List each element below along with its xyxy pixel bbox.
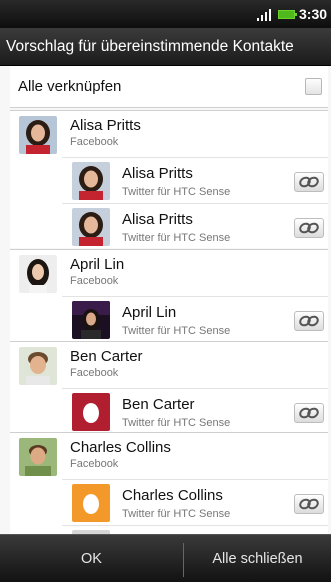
match-name: Alisa Pritts: [122, 211, 193, 228]
match-name: Ben Carter: [122, 396, 195, 413]
contact-group: Alisa Pritts Facebook Alisa Pritts Twitt…: [10, 110, 328, 248]
match-row-partial[interactable]: [62, 525, 328, 534]
match-row[interactable]: April Lin Twitter für HTC Sense: [62, 296, 328, 342]
contact-group: Charles Collins Facebook Charles Collins…: [10, 432, 328, 534]
match-source: Twitter für HTC Sense: [122, 232, 231, 244]
contact-row[interactable]: Alisa Pritts Facebook: [10, 111, 328, 157]
match-row[interactable]: Charles Collins Twitter für HTC Sense: [62, 479, 328, 525]
link-button[interactable]: [294, 311, 324, 331]
signal-bars-icon: [257, 9, 273, 21]
ok-button[interactable]: OK: [0, 535, 183, 582]
battery-icon: [278, 10, 297, 19]
link-all-checkbox[interactable]: [305, 78, 322, 95]
match-row[interactable]: Ben Carter Twitter für HTC Sense: [62, 388, 328, 434]
match-source: Twitter für HTC Sense: [122, 186, 231, 198]
avatar: [19, 438, 57, 476]
avatar: [19, 255, 57, 293]
contact-row[interactable]: Ben Carter Facebook: [10, 342, 328, 388]
match-row[interactable]: Alisa Pritts Twitter für HTC Sense: [62, 203, 328, 249]
contact-name: Alisa Pritts: [70, 117, 141, 134]
match-row[interactable]: Alisa Pritts Twitter für HTC Sense: [62, 157, 328, 203]
link-button[interactable]: [294, 494, 324, 514]
link-all-label: Alle verknüpfen: [18, 78, 122, 95]
contact-source: Facebook: [70, 136, 119, 148]
match-source: Twitter für HTC Sense: [122, 325, 231, 337]
chain-link-icon: [299, 407, 319, 419]
contact-name: Ben Carter: [70, 348, 143, 365]
avatar: [72, 162, 110, 200]
contact-name: April Lin: [70, 256, 125, 273]
chain-link-icon: [299, 222, 319, 234]
avatar: [72, 208, 110, 246]
contact-row[interactable]: Charles Collins Facebook: [10, 433, 328, 479]
link-all-row[interactable]: Alle verknüpfen: [10, 66, 328, 108]
link-button[interactable]: [294, 172, 324, 192]
clock: 3:30: [299, 6, 328, 22]
match-name: Charles Collins: [122, 487, 223, 504]
bottom-action-bar: OK Alle schließen: [0, 534, 331, 582]
match-name: April Lin: [122, 304, 177, 321]
chain-link-icon: [299, 176, 319, 188]
page-title: Vorschlag für übereinstimmende Kontakte: [0, 28, 331, 66]
contact-source: Facebook: [70, 275, 119, 287]
contact-group: Ben Carter Facebook Ben Carter Twitter f…: [10, 341, 328, 433]
chain-link-icon: [299, 498, 319, 510]
contact-name: Charles Collins: [70, 439, 171, 456]
match-source: Twitter für HTC Sense: [122, 417, 231, 429]
match-source: Twitter für HTC Sense: [122, 508, 231, 520]
contact-group: April Lin Facebook April Lin Twitter für…: [10, 249, 328, 341]
egg-avatar: [72, 393, 110, 431]
contact-list[interactable]: Alle verknüpfen Alisa Pritts Facebook Al…: [0, 66, 331, 534]
avatar: [19, 116, 57, 154]
link-button[interactable]: [294, 403, 324, 423]
egg-avatar: [72, 484, 110, 522]
contact-row[interactable]: April Lin Facebook: [10, 250, 328, 296]
contact-source: Facebook: [70, 367, 119, 379]
chain-link-icon: [299, 315, 319, 327]
contact-source: Facebook: [70, 458, 119, 470]
status-bar: 3:30: [0, 0, 331, 28]
match-name: Alisa Pritts: [122, 165, 193, 182]
link-button[interactable]: [294, 218, 324, 238]
close-all-button[interactable]: Alle schließen: [184, 535, 331, 582]
avatar: [72, 301, 110, 339]
avatar: [19, 347, 57, 385]
